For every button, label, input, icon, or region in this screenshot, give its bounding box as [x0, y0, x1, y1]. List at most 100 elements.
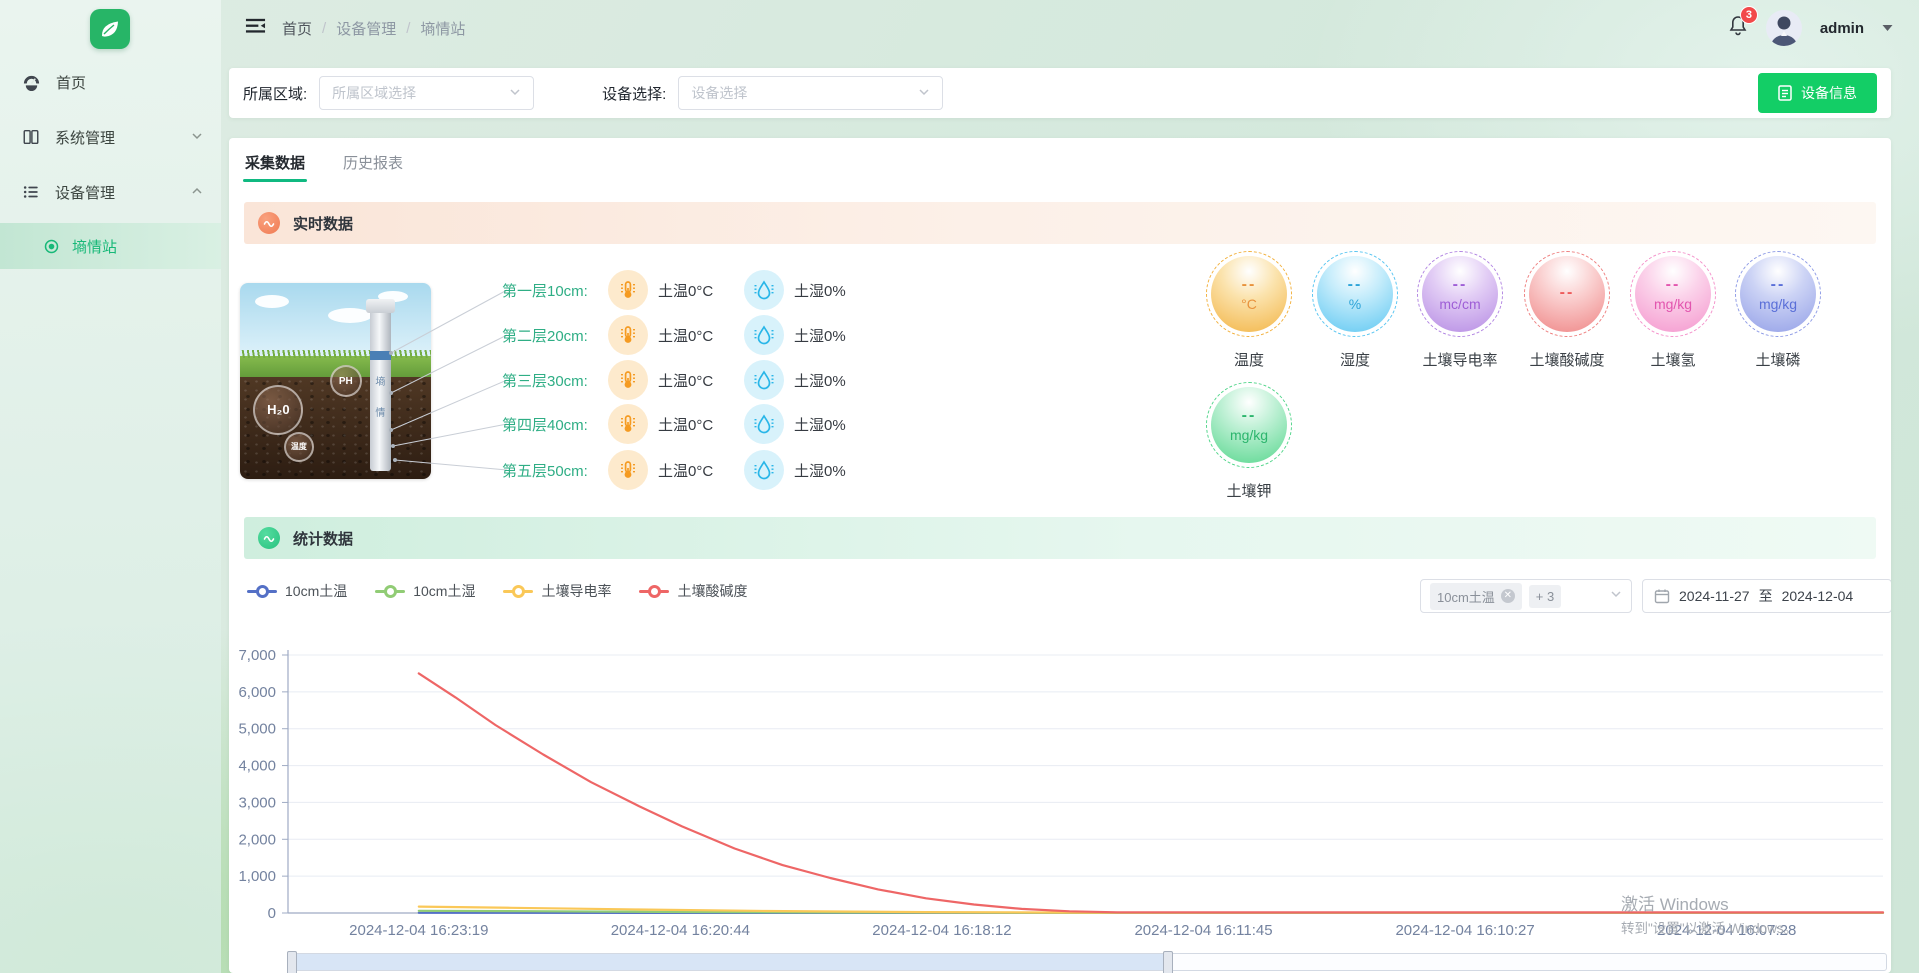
sidebar: 首页 系统管理 设备管理: [0, 0, 221, 973]
tab-collected-data[interactable]: 采集数据: [245, 140, 305, 184]
username[interactable]: admin: [1820, 20, 1864, 37]
soil-temp-value: 土温0°C: [658, 414, 734, 435]
legend-marker: [375, 585, 405, 597]
svg-text:6,000: 6,000: [238, 684, 276, 701]
sidebar-item-home[interactable]: 首页: [0, 58, 221, 106]
breadcrumb-separator: /: [406, 20, 410, 37]
submenu-item-label: 墒情站: [72, 236, 117, 257]
soil-layer-row: 第三层30cm: 土温0°C 土湿0%: [502, 363, 870, 397]
legend-item-ph[interactable]: 土壤酸碱度: [639, 581, 747, 601]
leaf-icon: [98, 17, 122, 41]
chevron-up-icon: [191, 184, 203, 201]
soil-humidity-value: 土湿0%: [794, 414, 870, 435]
realtime-section-title: 实时数据: [293, 213, 353, 234]
breadcrumb-device[interactable]: 设备管理: [336, 18, 396, 39]
breadcrumb-home[interactable]: 首页: [282, 18, 312, 39]
temperature-bubble: 温度: [284, 432, 314, 462]
user-avatar-icon: [1766, 10, 1802, 46]
stats-section-header: 统计数据: [244, 517, 1876, 559]
layer-label: 第二层20cm:: [502, 325, 598, 346]
droplet-icon: [744, 360, 784, 400]
breadcrumb-current: 墒情站: [420, 18, 465, 39]
remove-tag-icon[interactable]: ✕: [1501, 589, 1515, 603]
svg-text:2024-12-04 16:20:44: 2024-12-04 16:20:44: [611, 922, 750, 939]
svg-text:0: 0: [268, 905, 276, 922]
chevron-down-icon: [1882, 24, 1893, 32]
sidebar-item-system[interactable]: 系统管理: [0, 113, 221, 161]
gauge-ring: --: [1524, 251, 1610, 337]
gauge-unit: mc/cm: [1439, 296, 1480, 312]
gauge-label: 土壤磷: [1730, 349, 1826, 370]
chevron-down-icon: [509, 85, 521, 101]
date-range-picker[interactable]: 2024-11-27 至 2024-12-04: [1642, 579, 1891, 613]
chart-zoom-selected-range[interactable]: [289, 954, 1168, 970]
svg-text:7,000: 7,000: [238, 647, 276, 664]
collapse-menu-icon[interactable]: [245, 17, 266, 40]
gauge-unit: °C: [1241, 296, 1257, 312]
avatar[interactable]: [1766, 10, 1802, 46]
soil-layer-row: 第二层20cm: 土温0°C 土湿0%: [502, 318, 870, 352]
soil-humidity-value: 土湿0%: [794, 460, 870, 481]
device-select-placeholder: 设备选择: [691, 83, 747, 103]
gauge-nitrogen: -- mg/kg 土壤氢: [1625, 251, 1721, 370]
app-logo[interactable]: [90, 9, 130, 49]
droplet-icon: [744, 270, 784, 310]
legend-item-conductivity[interactable]: 土壤导电率: [503, 581, 611, 601]
device-info-button[interactable]: 设备信息: [1758, 73, 1877, 113]
header-right: 3 admin: [1728, 10, 1893, 46]
sidebar-item-label: 系统管理: [55, 127, 115, 148]
h2o-bubble: H₂0: [253, 385, 303, 435]
soil-layer-row: 第四层40cm: 土温0°C 土湿0%: [502, 407, 870, 441]
chart-zoom-left-handle[interactable]: [287, 951, 297, 973]
soil-temp-value: 土温0°C: [658, 280, 734, 301]
notification-badge: 3: [1740, 6, 1758, 24]
region-select-placeholder: 所属区域选择: [332, 83, 416, 103]
clipboard-icon: [1778, 85, 1792, 101]
stats-section-title: 统计数据: [293, 528, 353, 549]
series-select[interactable]: 10cm土温 ✕ + 3: [1420, 579, 1632, 613]
watermark-line2: 转到"设置"以激活 Windows。: [1621, 917, 1797, 940]
gauge-label: 温度: [1201, 349, 1297, 370]
device-select[interactable]: 设备选择: [678, 76, 943, 110]
date-range-end: 2024-12-04: [1782, 588, 1854, 604]
sidebar-item-soil-station[interactable]: 墒情站: [0, 223, 221, 269]
legend-marker: [247, 585, 277, 597]
radio-selected-icon: [44, 239, 59, 254]
legend-label: 土壤酸碱度: [677, 581, 747, 601]
notification-bell[interactable]: 3: [1728, 15, 1748, 41]
chevron-down-icon: [1610, 587, 1622, 605]
region-select[interactable]: 所属区域选择: [319, 76, 534, 110]
statistics-chart: 01,0002,0003,0004,0005,0006,0007,0002024…: [233, 645, 1891, 945]
chart-zoom-right-handle[interactable]: [1163, 951, 1173, 973]
legend-item-10cm-soil-humidity[interactable]: 10cm土湿: [375, 581, 475, 601]
legend-marker: [503, 585, 533, 597]
content-card: 采集数据 历史报表 实时数据 墒 情 H₂0 PH 温度: [229, 138, 1891, 973]
gauge-value: --: [1242, 276, 1257, 294]
ph-bubble: PH: [330, 365, 362, 397]
gauge-ring: -- mg/kg: [1735, 251, 1821, 337]
legend-marker: [639, 585, 669, 597]
breadcrumb: 首页 / 设备管理 / 墒情站: [282, 18, 465, 39]
gauge-value: --: [1771, 276, 1786, 294]
filter-bar: 所属区域: 所属区域选择 设备选择: 设备选择 设备信息: [229, 68, 1891, 118]
realtime-section-icon: [258, 212, 280, 234]
list-icon: [22, 183, 40, 201]
gauge-label: 土壤酸碱度: [1519, 349, 1615, 370]
gauge-ring: -- mc/cm: [1417, 251, 1503, 337]
droplet-icon: [744, 404, 784, 444]
chart-zoom-slider[interactable]: [288, 953, 1887, 971]
soil-layer-row: 第五层50cm: 土温0°C 土湿0%: [502, 453, 870, 487]
thermometer-icon: [608, 450, 648, 490]
gauge-value: --: [1348, 276, 1363, 294]
header: 首页 / 设备管理 / 墒情站 3 admin: [221, 0, 1919, 56]
region-label: 所属区域:: [243, 83, 307, 104]
chevron-down-icon: [918, 85, 930, 101]
sidebar-item-device[interactable]: 设备管理: [0, 168, 221, 216]
legend-item-10cm-soil-temp[interactable]: 10cm土温: [247, 581, 347, 601]
tab-history-report[interactable]: 历史报表: [343, 140, 403, 184]
thermometer-icon: [608, 404, 648, 444]
sidebar-item-label: 设备管理: [55, 182, 115, 203]
watermark-line1: 激活 Windows: [1621, 895, 1729, 914]
svg-text:1,000: 1,000: [238, 868, 276, 885]
gauge-unit: %: [1349, 296, 1361, 312]
